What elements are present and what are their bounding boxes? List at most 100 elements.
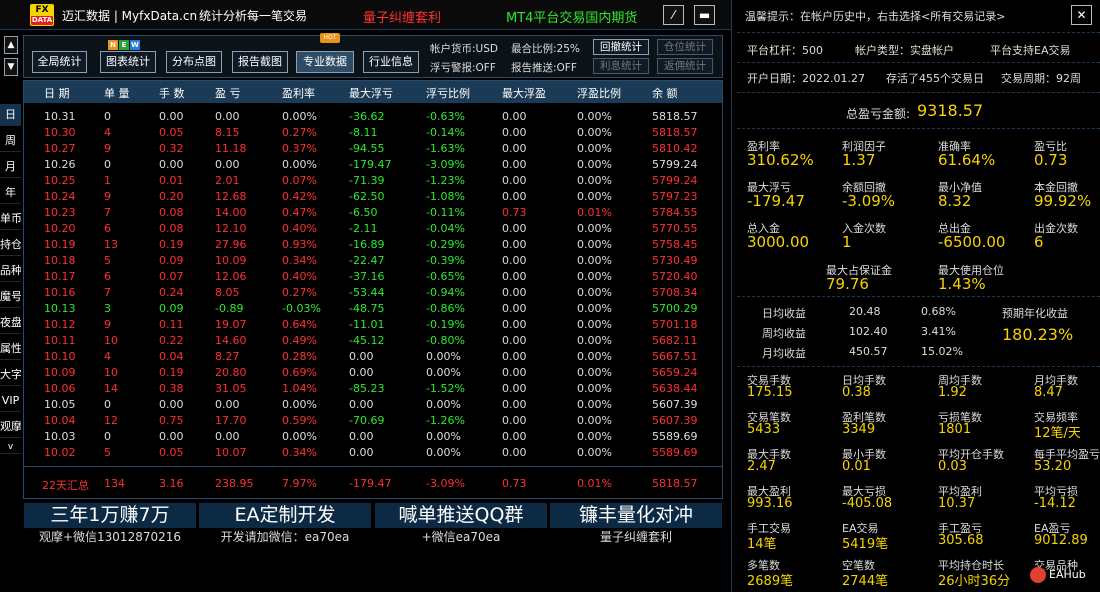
nav-item[interactable]: 属性	[0, 338, 21, 360]
table-cell: 0.00	[502, 158, 527, 171]
table-cell: 5701.18	[652, 318, 698, 331]
nav-item[interactable]: 日	[0, 104, 21, 126]
nav-item[interactable]: VIP	[0, 390, 21, 412]
table-cell: 10.05	[44, 398, 76, 411]
more-icon[interactable]: v	[0, 442, 21, 454]
stat-value: 14笔	[747, 537, 777, 552]
rebate-stats-button[interactable]: 返佣统计	[657, 58, 713, 74]
nav-item[interactable]: 月	[0, 156, 21, 178]
nav-item[interactable]: 大字	[0, 364, 21, 386]
table-cell: 0.00	[502, 238, 527, 251]
table-cell: 0.34%	[282, 254, 317, 267]
table-cell: 10.13	[44, 302, 76, 315]
table-cell: 0.00	[349, 398, 374, 411]
table-row[interactable]: 10.04 12 0.75 17.70 0.59% -70.69 -1.26% 0.00 0.0…	[24, 413, 722, 429]
table-cell: 0.09	[159, 302, 184, 315]
table-cell: 5799.24	[652, 174, 698, 187]
table-row[interactable]: 10.30 4 0.05 8.15 0.27% -8.11 -0.14% 0.00 0.00% 5…	[24, 125, 722, 141]
minimize-button[interactable]: ▬	[694, 5, 715, 25]
close-icon[interactable]: ✕	[1071, 5, 1092, 25]
banner-0[interactable]: 三年1万赚7万 观摩+微信13012870216	[24, 503, 196, 546]
table-row[interactable]: 10.26 0 0.00 0.00 0.00% -179.47 -3.09% 0.00 0.00…	[24, 157, 722, 173]
nav-item[interactable]: 年	[0, 182, 21, 204]
strategy-name: 量子纠缠套利	[363, 11, 442, 26]
table-cell: 8.05	[215, 286, 240, 299]
nav-item[interactable]: 单币	[0, 208, 21, 230]
table-row[interactable]: 10.17 6 0.07 12.06 0.40% -37.16 -0.65% 0.00 0.00…	[24, 269, 722, 285]
table-cell: 8.15	[215, 126, 240, 139]
pro-data-button[interactable]: 专业数据	[296, 51, 354, 73]
summary-cell: 0.01%	[577, 477, 612, 490]
annual-return-value: 180.23%	[1002, 325, 1074, 344]
income-percent: 0.68%	[921, 305, 956, 318]
table-row[interactable]: 10.11 10 0.22 14.60 0.49% -45.12 -0.80% 0.00 0.0…	[24, 333, 722, 349]
table-cell: 5607.39	[652, 398, 698, 411]
scroll-down-icon[interactable]: ▼	[4, 58, 18, 76]
banner-2[interactable]: 喊单推送QQ群 +微信ea70ea	[375, 503, 547, 546]
table-cell: -6.50	[349, 206, 378, 219]
stat-value: 9012.89	[1034, 533, 1088, 548]
table-cell: 0.47%	[282, 206, 317, 219]
stat-value: 2744笔	[842, 574, 889, 589]
pen-icon[interactable]: ⁄	[663, 5, 684, 25]
report-screenshot-button[interactable]: 报告截图	[232, 51, 288, 73]
stat-value: 3349	[842, 422, 876, 437]
summary-cell: 0.73	[502, 477, 527, 490]
table-cell: 10.31	[44, 110, 76, 123]
divider	[737, 296, 1100, 297]
table-row[interactable]: 10.10 4 0.04 8.27 0.28% 0.00 0.00% 0.00 0.00% 566…	[24, 349, 722, 365]
global-stats-button[interactable]: 全局统计	[32, 51, 87, 73]
stat-value: 26小时36分	[938, 574, 1011, 589]
table-row[interactable]: 10.24 9 0.20 12.68 0.42% -62.50 -1.08% 0.00 0.00…	[24, 189, 722, 205]
chart-stats-button[interactable]: 图表统计	[100, 51, 156, 73]
table-row[interactable]: 10.12 9 0.11 19.07 0.64% -11.01 -0.19% 0.00 0.00…	[24, 317, 722, 333]
industry-info-button[interactable]: 行业信息	[363, 51, 419, 73]
nav-item[interactable]: 品种	[0, 260, 21, 282]
table-cell: 0.00%	[577, 270, 612, 283]
nav-item[interactable]: 观摩	[0, 416, 21, 438]
nav-item[interactable]: 魔号	[0, 286, 21, 308]
retrace-stats-button[interactable]: 回撤统计	[593, 39, 649, 55]
leverage: 平台杠杆：500	[747, 44, 823, 57]
table-row[interactable]: 10.23 7 0.08 14.00 0.47% -6.50 -0.11% 0.73 0.01%…	[24, 205, 722, 221]
table-row[interactable]: 10.02 5 0.05 10.07 0.34% 0.00 0.00% 0.00 0.00% 55…	[24, 445, 722, 461]
table-row[interactable]: 10.20 6 0.08 12.10 0.40% -2.11 -0.04% 0.00 0.00%…	[24, 221, 722, 237]
table-cell: -0.14%	[426, 126, 465, 139]
table-row[interactable]: 10.19 13 0.19 27.96 0.93% -16.89 -0.29% 0.00 0.0…	[24, 237, 722, 253]
nav-item[interactable]: 夜盘	[0, 312, 21, 334]
scroll-up-icon[interactable]: ▲	[4, 36, 18, 54]
stat-value: 1.92	[938, 385, 967, 400]
table-cell: 10.27	[44, 142, 76, 155]
table-cell: 5638.44	[652, 382, 698, 395]
table-cell: 0.08	[159, 206, 184, 219]
table-row[interactable]: 10.09 10 0.19 20.80 0.69% 0.00 0.00% 0.00 0.00% 5…	[24, 365, 722, 381]
table-row[interactable]: 10.03 0 0.00 0.00 0.00% 0.00 0.00% 0.00 0.00% 558…	[24, 429, 722, 445]
position-stats-button[interactable]: 仓位统计	[657, 39, 713, 55]
table-cell: -1.63%	[426, 142, 465, 155]
distribution-button[interactable]: 分布点图	[166, 51, 222, 73]
table-row[interactable]: 10.16 7 0.24 8.05 0.27% -53.44 -0.94% 0.00 0.00%…	[24, 285, 722, 301]
nav-item[interactable]: 持仓	[0, 234, 21, 256]
app-slogan: 统计分析每一笔交易	[199, 9, 308, 23]
col-header: 浮亏比例	[426, 87, 470, 100]
table-row[interactable]: 10.13 3 0.09 -0.89 -0.03% -48.75 -0.86% 0.00 0.0…	[24, 301, 722, 317]
table-cell: 0.00%	[577, 190, 612, 203]
table-row[interactable]: 10.27 9 0.32 11.18 0.37% -94.55 -1.63% 0.00 0.00…	[24, 141, 722, 157]
nav-item[interactable]: 周	[0, 130, 21, 152]
banner-3[interactable]: 镰丰量化对冲 量子纠缠套利	[550, 503, 722, 546]
table-cell: 3	[104, 302, 111, 315]
table-row[interactable]: 10.05 0 0.00 0.00 0.00% 0.00 0.00% 0.00 0.00% 560…	[24, 397, 722, 413]
income-amount: 20.48	[849, 305, 881, 318]
table-row[interactable]: 10.18 5 0.09 10.09 0.34% -22.47 -0.39% 0.00 0.00…	[24, 253, 722, 269]
table-row[interactable]: 10.31 0 0.00 0.00 0.00% -36.62 -0.63% 0.00 0.00%…	[24, 109, 722, 125]
table-row[interactable]: 10.25 1 0.01 2.01 0.07% -71.39 -1.23% 0.00 0.00%…	[24, 173, 722, 189]
table-row[interactable]: 10.06 14 0.38 31.05 1.04% -85.23 -1.52% 0.00 0.0…	[24, 381, 722, 397]
divider	[737, 32, 1100, 33]
stat-value: 5433	[747, 422, 781, 437]
interest-stats-button[interactable]: 利息统计	[593, 58, 649, 74]
table-cell: 0.32	[159, 142, 184, 155]
table-cell: 0.00	[349, 430, 374, 443]
banner-1[interactable]: EA定制开发 开发请加微信：ea70ea	[199, 503, 371, 546]
table-cell: 0.00%	[577, 318, 612, 331]
table-cell: -0.11%	[426, 206, 465, 219]
